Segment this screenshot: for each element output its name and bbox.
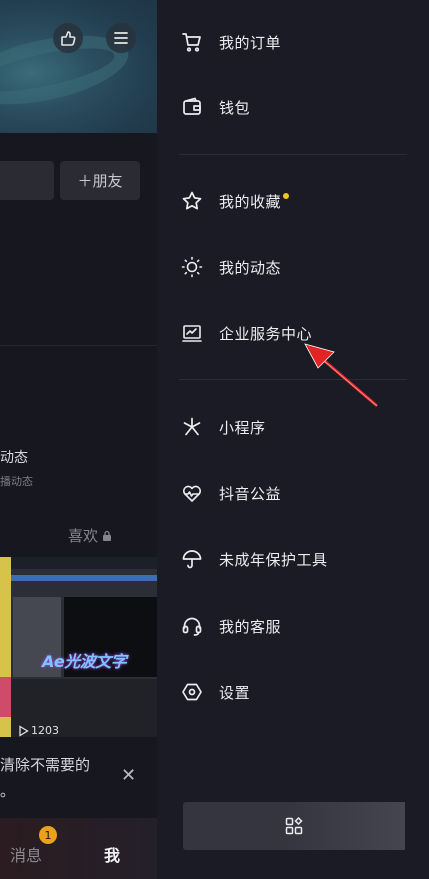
play-icon xyxy=(19,724,29,737)
like-tab-label: 喜欢 xyxy=(68,527,99,545)
menu-item-label: 我的动态 xyxy=(219,258,282,277)
play-count: 1203 xyxy=(18,724,59,737)
menu-item-minor-protection-tools[interactable]: 未成年保护工具 xyxy=(179,539,419,579)
section-divider xyxy=(0,345,157,346)
menu-item-mini-programs[interactable]: 小程序 xyxy=(179,407,419,447)
menu-item-label: 钱包 xyxy=(219,98,251,117)
tab-me[interactable]: 我 xyxy=(104,842,120,866)
heart-wave-icon xyxy=(179,480,205,506)
menu-item-label: 企业服务中心 xyxy=(219,324,313,343)
hand-icon-button[interactable] xyxy=(53,23,83,53)
hexagon-settings-icon xyxy=(179,679,205,705)
asterisk-icon xyxy=(179,414,205,440)
play-count-value: 1203 xyxy=(31,724,59,737)
video-thumbnail[interactable] xyxy=(0,557,157,737)
menu-item-my-favorites[interactable]: 我的收藏 xyxy=(179,181,419,221)
menu-item-label: 小程序 xyxy=(219,418,266,437)
all-features-button[interactable] xyxy=(183,802,405,850)
menu-item-label: 我的客服 xyxy=(219,617,282,636)
menu-item-enterprise-service-center[interactable]: 企业服务中心 xyxy=(179,313,419,353)
cart-icon xyxy=(179,29,205,55)
drawer-divider xyxy=(179,154,407,155)
apps-grid-icon xyxy=(285,816,303,835)
umbrella-icon xyxy=(179,546,205,572)
dynamic-title: 动态 xyxy=(0,450,28,466)
menu-item-customer-service[interactable]: 我的客服 xyxy=(179,606,419,646)
menu-item-label: 我的订单 xyxy=(219,33,282,52)
thumbnail-title: Ae光波文字 xyxy=(42,652,127,671)
star-icon xyxy=(179,188,205,214)
drawer-divider xyxy=(179,379,407,380)
menu-item-label: 未成年保护工具 xyxy=(219,550,328,569)
lock-icon xyxy=(103,530,112,541)
hamburger-icon xyxy=(114,32,128,44)
tip-text: 清除不需要的 。 xyxy=(0,756,91,800)
hand-icon xyxy=(61,31,76,46)
side-drawer: 我的订单 钱包 我的收藏 我的动态 企业服务中心 小程序 抖音公益 未成年保护工… xyxy=(157,0,429,879)
new-indicator-dot xyxy=(283,193,290,199)
wallet-icon xyxy=(179,94,205,120)
menu-item-my-orders[interactable]: 我的订单 xyxy=(179,22,419,62)
menu-item-wallet[interactable]: 钱包 xyxy=(179,87,419,127)
headset-icon xyxy=(179,613,205,639)
profile-banner xyxy=(0,0,157,133)
menu-item-settings[interactable]: 设置 xyxy=(179,672,419,712)
menu-item-my-dynamics[interactable]: 我的动态 xyxy=(179,247,419,287)
messages-badge: 1 xyxy=(39,826,57,844)
menu-item-label: 设置 xyxy=(219,683,251,702)
tab-likes[interactable]: 喜欢 xyxy=(68,525,112,546)
sun-icon xyxy=(179,254,205,280)
dynamic-subtitle: 播动态 xyxy=(0,475,33,488)
menu-item-douyin-charity[interactable]: 抖音公益 xyxy=(179,473,419,513)
monitor-chart-icon xyxy=(179,320,205,346)
tab-messages[interactable]: 消息 xyxy=(10,842,42,866)
profile-page-background: ＋朋友 动态 播动态 喜欢 Ae光波文字 1203 清除不需要的 。 ✕ 消息 … xyxy=(0,0,157,879)
edit-profile-button[interactable] xyxy=(0,161,54,200)
menu-button[interactable] xyxy=(106,23,136,53)
menu-item-label: 抖音公益 xyxy=(219,484,282,503)
add-friend-button[interactable]: ＋朋友 xyxy=(60,161,140,200)
menu-item-label: 我的收藏 xyxy=(219,192,282,211)
close-icon[interactable]: ✕ xyxy=(121,765,136,786)
